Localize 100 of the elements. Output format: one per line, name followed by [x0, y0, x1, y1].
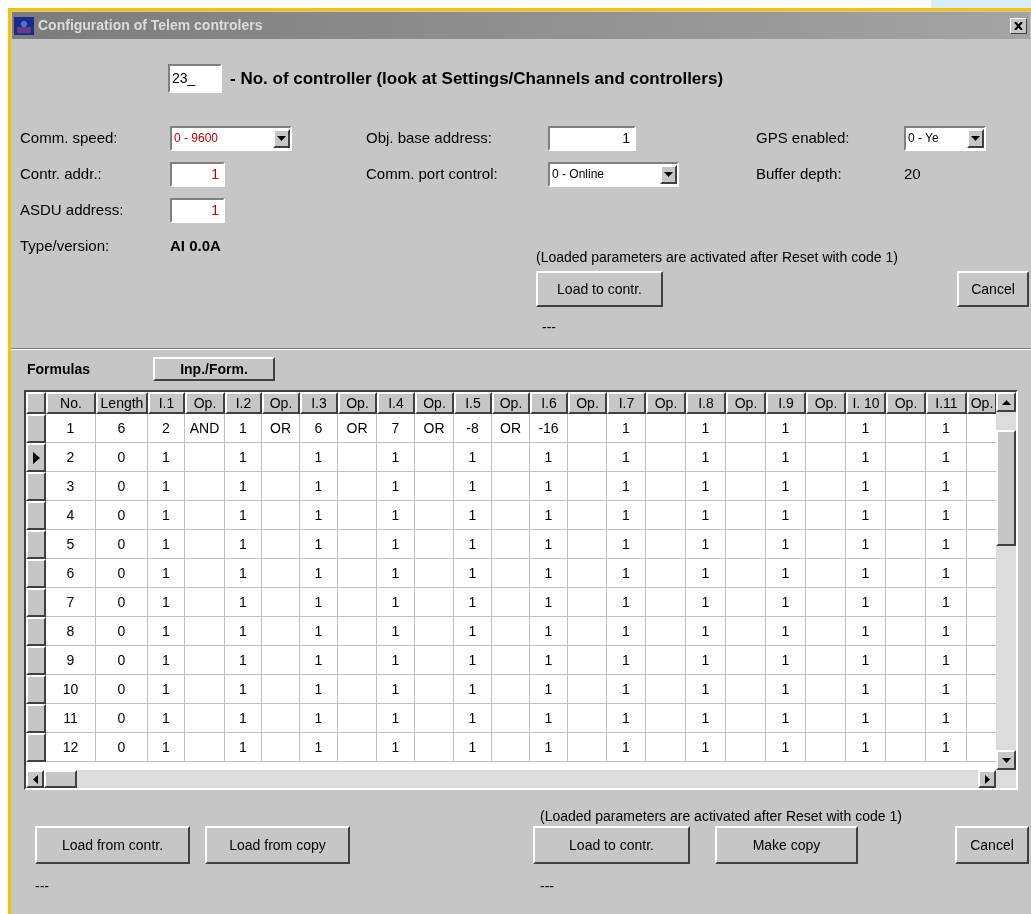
- action-button[interactable]: Load from copy: [205, 826, 350, 864]
- row-header[interactable]: [26, 675, 46, 704]
- action-button[interactable]: Load from contr.: [35, 826, 190, 864]
- column-header[interactable]: I.5: [454, 392, 492, 414]
- table-cell: [415, 646, 454, 675]
- table-cell: 1: [686, 588, 726, 617]
- table-cell: [886, 530, 926, 559]
- column-header[interactable]: I.3: [300, 392, 338, 414]
- dropdown[interactable]: 0 - 9600: [170, 125, 292, 151]
- column-header[interactable]: I.11: [926, 392, 967, 414]
- column-header[interactable]: Length: [96, 392, 148, 414]
- column-header[interactable]: I.1: [148, 392, 185, 414]
- row-header[interactable]: [26, 588, 46, 617]
- table-cell: [568, 443, 607, 472]
- column-header[interactable]: Op.: [492, 392, 530, 414]
- scroll-right-button[interactable]: [978, 770, 996, 788]
- column-header[interactable]: I.2: [225, 392, 262, 414]
- table-cell: [646, 414, 686, 443]
- table-cell: 1: [530, 588, 568, 617]
- action-button[interactable]: Make copy: [715, 826, 858, 864]
- horizontal-scrollbar[interactable]: [26, 770, 1016, 788]
- table-cell: [568, 414, 607, 443]
- table-cell: [886, 733, 926, 762]
- input-field[interactable]: 1: [170, 161, 225, 187]
- column-header[interactable]: Op.: [646, 392, 686, 414]
- left-arrow-icon: [32, 774, 38, 784]
- row-header[interactable]: [26, 501, 46, 530]
- table-cell: [185, 530, 225, 559]
- table-cell: [886, 443, 926, 472]
- column-header[interactable]: I.6: [530, 392, 568, 414]
- toggle-button[interactable]: Inp./Form.: [153, 357, 275, 381]
- row-header[interactable]: [26, 530, 46, 559]
- action-button[interactable]: Load to contr.: [536, 271, 663, 307]
- row-header[interactable]: [26, 414, 46, 443]
- column-header[interactable]: Op.: [338, 392, 377, 414]
- row-header[interactable]: [26, 443, 46, 472]
- dropdown[interactable]: 0 - Ye: [904, 125, 986, 151]
- table-cell: [726, 588, 766, 617]
- table-cell: 1: [766, 617, 806, 646]
- column-header[interactable]: Op.: [806, 392, 846, 414]
- vertical-scrollbar[interactable]: [996, 392, 1016, 770]
- scrollbar-thumb[interactable]: [996, 430, 1016, 546]
- table-cell: [415, 704, 454, 733]
- input-field[interactable]: 1: [170, 197, 225, 223]
- table-cell: [646, 733, 686, 762]
- table-cell: 1: [846, 414, 886, 443]
- column-header[interactable]: Op.: [886, 392, 926, 414]
- table-cell: 1: [607, 414, 646, 443]
- table-cell: 1: [300, 733, 338, 762]
- table-cell: OR: [338, 414, 377, 443]
- scroll-up-button[interactable]: [996, 392, 1016, 412]
- row-header[interactable]: [26, 733, 46, 762]
- close-button[interactable]: [1010, 17, 1027, 34]
- status-text: ---: [541, 318, 557, 337]
- table-cell: 1: [148, 472, 185, 501]
- table-cell: 1: [530, 617, 568, 646]
- column-header[interactable]: Op.: [568, 392, 607, 414]
- column-header[interactable]: No.: [46, 392, 96, 414]
- action-button[interactable]: Cancel: [955, 826, 1029, 864]
- table-cell: [806, 472, 846, 501]
- row-header[interactable]: [26, 704, 46, 733]
- table-cell: 1: [607, 530, 646, 559]
- table-cell: 0: [96, 675, 148, 704]
- table-cell: [568, 530, 607, 559]
- column-header[interactable]: Op.: [726, 392, 766, 414]
- row-header[interactable]: [26, 646, 46, 675]
- table-cell: 1: [926, 646, 967, 675]
- table-cell: 1: [607, 733, 646, 762]
- controller-number-field[interactable]: 23_: [168, 64, 222, 93]
- table-cell: AND: [185, 414, 225, 443]
- table-cell: [806, 646, 846, 675]
- column-header[interactable]: Op.: [967, 392, 997, 414]
- table-cell: 1: [607, 588, 646, 617]
- scroll-left-button[interactable]: [26, 770, 44, 788]
- input-field[interactable]: 1: [548, 125, 636, 151]
- action-button[interactable]: Load to contr.: [533, 826, 690, 864]
- table-cell: 1: [454, 675, 492, 704]
- column-header[interactable]: I.8: [686, 392, 726, 414]
- table-cell: [568, 675, 607, 704]
- table-cell: [886, 414, 926, 443]
- table-cell: 1: [607, 675, 646, 704]
- column-header[interactable]: Op.: [415, 392, 454, 414]
- column-header[interactable]: I.7: [607, 392, 646, 414]
- scrollbar-thumb[interactable]: [44, 770, 77, 788]
- scroll-down-button[interactable]: [996, 750, 1016, 770]
- column-header[interactable]: Op.: [262, 392, 300, 414]
- column-header[interactable]: Op.: [185, 392, 225, 414]
- table-cell: 0: [96, 501, 148, 530]
- row-header[interactable]: [26, 617, 46, 646]
- table-cell: 10: [46, 675, 96, 704]
- column-header[interactable]: I.4: [377, 392, 415, 414]
- column-header[interactable]: I.9: [766, 392, 806, 414]
- column-header[interactable]: I. 10: [846, 392, 886, 414]
- row-header[interactable]: [26, 559, 46, 588]
- table-cell: 1: [766, 675, 806, 704]
- row-header[interactable]: [26, 472, 46, 501]
- table-cell: 1: [148, 675, 185, 704]
- action-button[interactable]: Cancel: [957, 271, 1029, 307]
- table-cell: [886, 646, 926, 675]
- dropdown[interactable]: 0 - Online: [548, 161, 679, 187]
